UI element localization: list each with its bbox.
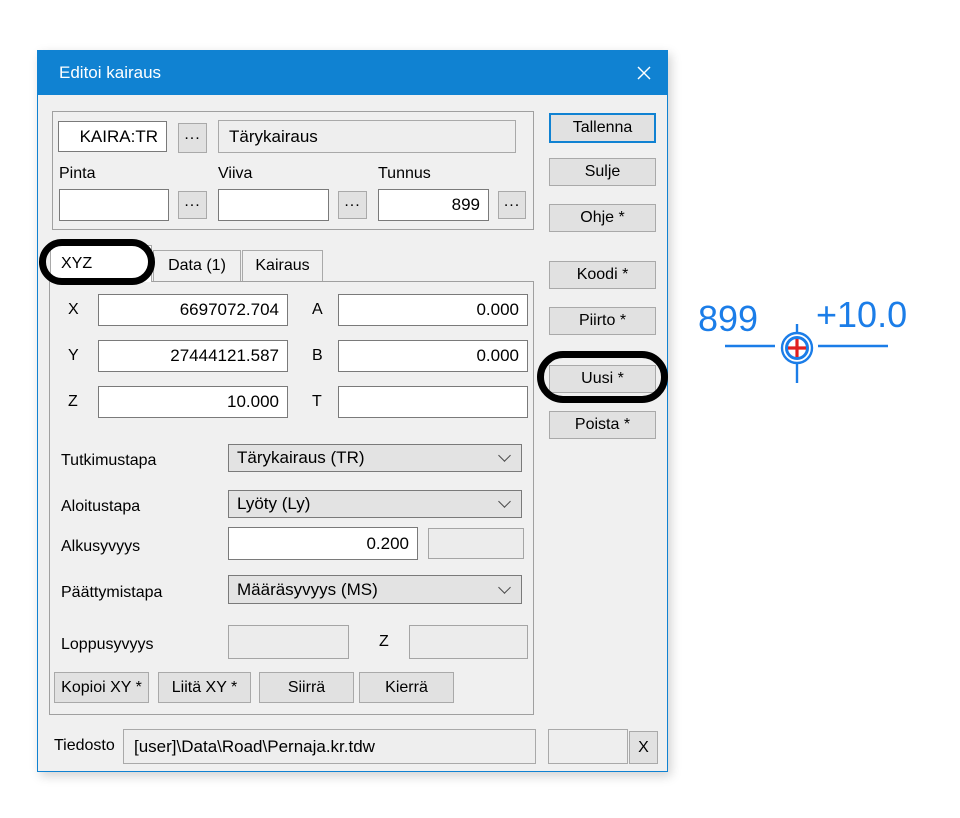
uusi-button[interactable]: Uusi *	[549, 365, 656, 393]
tiedosto-extra-field	[548, 729, 628, 764]
ellipsis-icon: ...	[504, 197, 520, 214]
tab-xyz[interactable]: XYZ	[50, 245, 152, 282]
poista-button[interactable]: Poista *	[549, 411, 656, 439]
type-name-field: Tärykairaus	[218, 120, 516, 153]
code-field[interactable]: KAIRA:TR	[58, 121, 167, 152]
tunnus-input[interactable]: 899	[378, 189, 489, 221]
dialog-title: Editoi kairaus	[59, 51, 161, 95]
tunnus-browse-button[interactable]: ...	[498, 191, 526, 219]
pinta-input[interactable]	[59, 189, 169, 221]
ellipsis-icon: ...	[344, 197, 360, 214]
ellipsis-icon: ...	[184, 197, 200, 214]
tab-data[interactable]: Data (1)	[153, 250, 241, 281]
close-icon	[636, 65, 652, 81]
code-browse-button[interactable]: ...	[178, 123, 207, 153]
viiva-browse-button[interactable]: ...	[338, 191, 367, 219]
tiedosto-label: Tiedosto	[54, 736, 115, 756]
xyz-tab-panel	[49, 281, 534, 715]
viiva-label: Viiva	[218, 164, 252, 184]
edit-drilling-dialog: Editoi kairaus KAIRA:TR ... Tärykairaus …	[37, 50, 668, 772]
piirto-button[interactable]: Piirto *	[549, 307, 656, 335]
tiedosto-path-field: [user]\Data\Road\Pernaja.kr.tdw	[123, 729, 536, 764]
survey-point-symbol	[690, 290, 920, 395]
pinta-browse-button[interactable]: ...	[178, 191, 207, 219]
page: Editoi kairaus KAIRA:TR ... Tärykairaus …	[0, 0, 960, 818]
tunnus-label: Tunnus	[378, 164, 431, 184]
tiedosto-clear-button[interactable]: X	[629, 731, 658, 764]
sulje-button[interactable]: Sulje	[549, 158, 656, 186]
tallenna-button[interactable]: Tallenna	[549, 113, 656, 143]
viiva-input[interactable]	[218, 189, 329, 221]
ellipsis-icon: ...	[184, 130, 200, 147]
titlebar: Editoi kairaus	[38, 51, 667, 95]
koodi-button[interactable]: Koodi *	[549, 261, 656, 289]
tab-kairaus[interactable]: Kairaus	[242, 250, 323, 281]
close-button[interactable]	[621, 51, 667, 95]
pinta-label: Pinta	[59, 164, 95, 184]
ohje-button[interactable]: Ohje *	[549, 204, 656, 232]
